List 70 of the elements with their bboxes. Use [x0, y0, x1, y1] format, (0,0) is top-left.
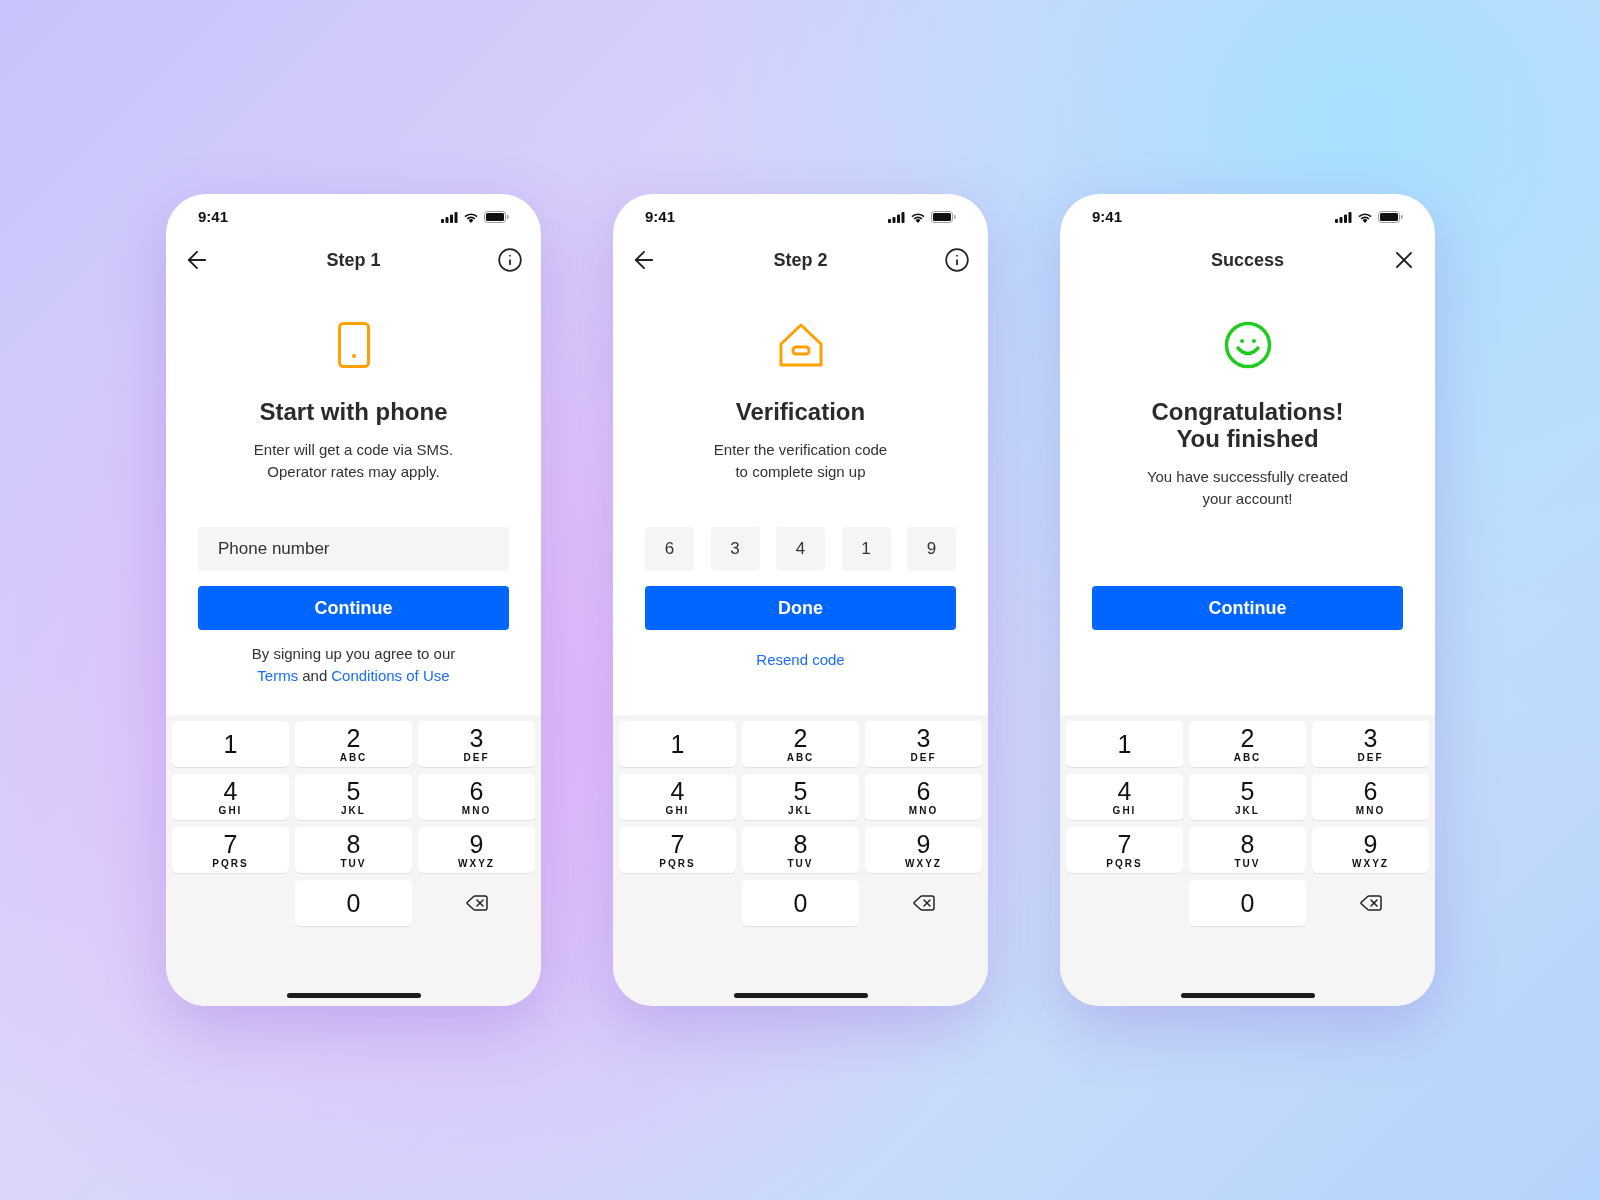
signal-icon — [888, 211, 905, 223]
done-button[interactable]: Done — [645, 586, 956, 630]
keypad-key[interactable]: 0 — [295, 880, 412, 926]
keypad-key[interactable]: 9 WXYZ — [1312, 827, 1429, 873]
keypad-key[interactable]: 4 GHI — [1066, 774, 1183, 820]
keypad-key[interactable]: 5 JKL — [295, 774, 412, 820]
status-time: 9:41 — [645, 206, 676, 227]
keypad-key[interactable]: 3 DEF — [1312, 721, 1429, 767]
keypad-key[interactable]: 2 ABC — [742, 721, 859, 767]
house-icon — [777, 322, 824, 368]
battery-icon — [484, 211, 509, 223]
battery-icon — [931, 211, 956, 223]
keypad-key[interactable]: 1 — [619, 721, 736, 767]
keypad-key[interactable]: 6 MNO — [865, 774, 982, 820]
keypad-key[interactable]: 0 — [742, 880, 859, 926]
continue-button[interactable]: Continue — [1092, 586, 1403, 630]
info-icon — [944, 247, 970, 273]
keypad-key[interactable]: 5 JKL — [742, 774, 859, 820]
heading: Congratulations! You finished — [1151, 398, 1344, 452]
code-digit-field[interactable]: 6 — [645, 527, 694, 571]
terms-link[interactable]: Terms — [257, 665, 299, 687]
status-time: 9:41 — [198, 206, 229, 227]
code-digit-field[interactable]: 3 — [710, 527, 760, 571]
keypad-key[interactable]: 4 GHI — [619, 774, 736, 820]
battery-icon — [1378, 211, 1403, 223]
keypad-key[interactable]: 0 — [1189, 880, 1306, 926]
keypad-key[interactable]: 8 TUV — [1189, 827, 1306, 873]
keypad-key[interactable]: 4 GHI — [172, 774, 289, 820]
keypad-key[interactable]: 8 TUV — [295, 827, 412, 873]
code-digit-field[interactable]: 1 — [841, 527, 891, 571]
keypad-key[interactable]: 1 — [1066, 721, 1183, 767]
heading: Verification — [735, 398, 866, 425]
signal-icon — [441, 211, 458, 223]
phone-number-field[interactable]: Phone number — [198, 527, 509, 571]
keypad-key[interactable]: 1 — [172, 721, 289, 767]
keypad-key[interactable]: 7 PQRS — [172, 827, 289, 873]
heading: Start with phone — [259, 398, 448, 425]
keypad-key[interactable]: 7 PQRS — [619, 827, 736, 873]
wifi-icon — [463, 211, 479, 223]
keypad-key[interactable]: 9 WXYZ — [865, 827, 982, 873]
keypad-key[interactable]: 8 TUV — [742, 827, 859, 873]
wifi-icon — [1357, 211, 1373, 223]
screen-title: Step 1 — [326, 248, 381, 272]
status-time: 9:41 — [1092, 206, 1123, 227]
info-icon — [497, 247, 523, 273]
conditions-link[interactable]: Conditions of Use — [331, 665, 450, 687]
keypad-key[interactable]: 9 WXYZ — [418, 827, 535, 873]
signal-icon — [1335, 211, 1352, 223]
terms-joiner-text: and — [302, 666, 328, 686]
wifi-icon — [910, 211, 926, 223]
keypad-key[interactable]: 2 ABC — [1189, 721, 1306, 767]
code-digit-field[interactable]: 4 — [776, 527, 825, 571]
description-text: Enter will get a code via SMS. Operator rates may apply. — [253, 440, 454, 482]
smiley-icon — [1223, 321, 1272, 369]
description-text: Enter the verification code to complete sign up — [713, 440, 888, 482]
keypad-key[interactable]: 6 MNO — [1312, 774, 1429, 820]
keypad-key[interactable]: 3 DEF — [865, 721, 982, 767]
screen-title: Success — [1210, 248, 1285, 272]
keypad-key[interactable]: 7 PQRS — [1066, 827, 1183, 873]
code-digit-field[interactable]: 9 — [907, 527, 956, 571]
smartphone-icon — [337, 322, 370, 368]
keypad-key[interactable]: 3 DEF — [418, 721, 535, 767]
continue-button[interactable]: Continue — [198, 586, 509, 630]
terms-text: By signing up you agree to our — [251, 644, 456, 664]
screen-title: Step 2 — [773, 248, 828, 272]
keypad-key[interactable]: 6 MNO — [418, 774, 535, 820]
keypad-key[interactable]: 5 JKL — [1189, 774, 1306, 820]
description-text: You have successfully created your account! — [1146, 467, 1349, 509]
resend-code-link[interactable]: Resend code — [756, 649, 845, 671]
keypad-key[interactable]: 2 ABC — [295, 721, 412, 767]
